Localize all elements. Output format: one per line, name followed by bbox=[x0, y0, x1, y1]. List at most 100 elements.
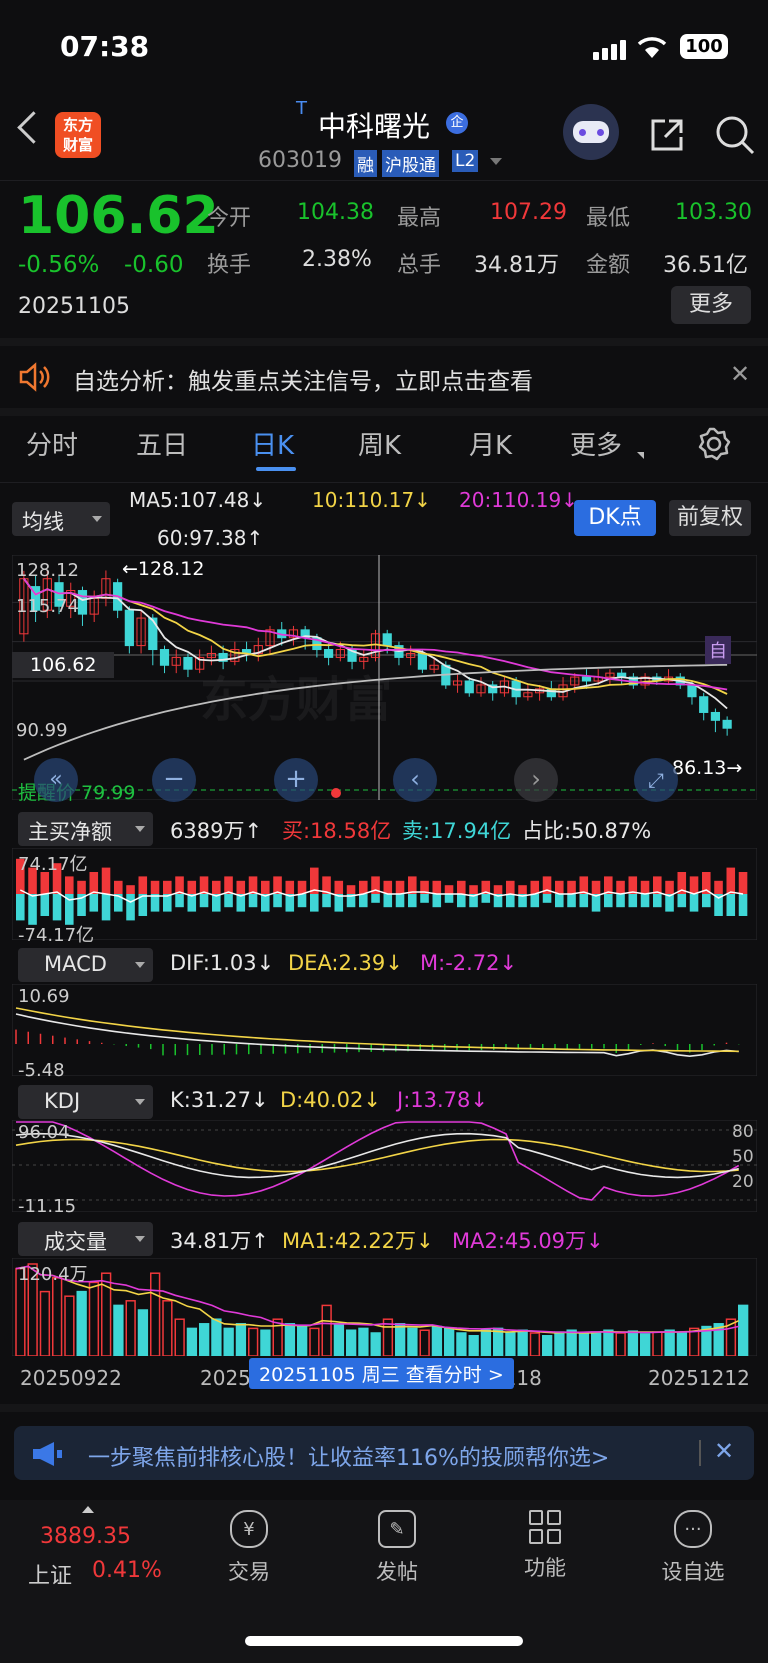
d-line bbox=[15, 1138, 739, 1173]
flow-sell: 卖:17.94亿 bbox=[402, 819, 512, 843]
flow-dropdown[interactable]: 主买净额 bbox=[18, 812, 153, 846]
flow-buy-bar bbox=[493, 885, 503, 894]
volume-bar bbox=[76, 1290, 87, 1356]
low-value: 103.30 bbox=[675, 200, 752, 225]
promo-text[interactable]: 一步聚焦前排核心股！让收益率116%的投顾帮你选> bbox=[88, 1440, 609, 1472]
kdj-top-label: 96.04 bbox=[18, 1122, 70, 1143]
qi-badge: 企 bbox=[446, 112, 468, 134]
macd-dropdown[interactable]: MACD bbox=[18, 948, 153, 982]
volume-bar bbox=[444, 1327, 455, 1356]
volume-bar bbox=[125, 1300, 136, 1356]
tab-wuri[interactable]: 五日 bbox=[136, 425, 188, 462]
macd-dif: DIF:1.03↓ bbox=[170, 951, 275, 975]
scroll-left-button[interactable]: ‹ bbox=[393, 758, 437, 802]
battery-icon: 100 bbox=[680, 34, 728, 59]
flow-buy-bar bbox=[101, 867, 111, 894]
close-icon[interactable]: ✕ bbox=[730, 360, 750, 388]
crosshair-date-tooltip[interactable]: 20251105 周三 查看分时 > bbox=[249, 1358, 514, 1389]
macd-m: M:-2.72↓ bbox=[420, 951, 518, 975]
flow-buy-bar bbox=[555, 880, 564, 894]
volume-bar bbox=[321, 1304, 332, 1356]
more-button[interactable]: 更多 bbox=[671, 286, 751, 324]
index-value[interactable]: 3889.35 bbox=[40, 1524, 131, 1549]
flow-buy-bar bbox=[261, 880, 270, 894]
scroll-right-button[interactable]: › bbox=[514, 758, 558, 802]
dk-button[interactable]: DK点 bbox=[574, 500, 656, 536]
tab-zhouk[interactable]: 周K bbox=[358, 425, 401, 462]
volume-bar bbox=[603, 1329, 614, 1356]
flow-buy-bar bbox=[506, 880, 515, 894]
nav-post[interactable]: ✎ 发帖 bbox=[342, 1510, 452, 1586]
scroll-left-fast-button[interactable]: « bbox=[34, 758, 78, 802]
volume-bar bbox=[52, 1277, 63, 1356]
volume-label: 总手 bbox=[397, 253, 442, 278]
robot-avatar-icon[interactable] bbox=[563, 104, 619, 160]
volume-bar bbox=[235, 1323, 247, 1356]
flow-sell-bar bbox=[40, 894, 50, 916]
banner-close-icon[interactable]: ✕ bbox=[714, 1437, 734, 1465]
zoom-in-button[interactable]: + bbox=[274, 758, 318, 802]
tab-rik[interactable]: 日K bbox=[251, 425, 294, 462]
yen-cycle-icon: ¥ bbox=[230, 1510, 268, 1548]
nav-function[interactable]: 功能 bbox=[490, 1510, 600, 1582]
nav-trade[interactable]: ¥ 交易 bbox=[194, 1510, 304, 1586]
zoom-out-button[interactable]: − bbox=[152, 758, 196, 802]
volume-bar bbox=[419, 1329, 430, 1356]
vol-value: 34.81万↑ bbox=[170, 1229, 269, 1253]
notice-text[interactable]: 自选分析：触发重点关注信号，立即点击查看 bbox=[73, 362, 533, 396]
fullscreen-button[interactable]: ⤢ bbox=[634, 758, 678, 802]
flow-buy-bar bbox=[383, 880, 393, 894]
up-arrow-icon bbox=[82, 1506, 94, 1513]
search-icon[interactable] bbox=[713, 113, 757, 157]
volume-bar bbox=[689, 1327, 700, 1356]
share-icon[interactable] bbox=[647, 115, 687, 155]
volume-bar bbox=[738, 1304, 749, 1356]
kdj-chart bbox=[12, 1120, 757, 1212]
tab-fenshi[interactable]: 分时 bbox=[26, 425, 78, 462]
last-price: 106.62 bbox=[18, 186, 219, 246]
flow-buy-bar bbox=[395, 880, 405, 894]
active-tab-indicator bbox=[256, 467, 296, 471]
ma5-label: MA5:107.48↓ bbox=[129, 488, 267, 512]
ma-dropdown[interactable]: 均线 bbox=[12, 502, 110, 536]
tag-l2: L2 bbox=[452, 150, 479, 172]
volume-bar bbox=[297, 1325, 308, 1356]
back-icon[interactable] bbox=[17, 111, 50, 144]
flow-sell-bar bbox=[408, 894, 417, 908]
kdj-dropdown[interactable]: KDJ bbox=[18, 1085, 153, 1119]
tab-more[interactable]: 更多 bbox=[570, 425, 622, 462]
kdj-frame bbox=[12, 1120, 757, 1212]
flow-sell-bar bbox=[677, 894, 687, 908]
candle bbox=[124, 609, 134, 647]
flow-buy-bar bbox=[616, 880, 625, 894]
volume-bar bbox=[39, 1290, 51, 1356]
flow-sell-bar bbox=[567, 894, 576, 908]
flow-sell-bar bbox=[726, 894, 736, 916]
chevron-down-icon[interactable] bbox=[490, 158, 502, 165]
flow-buy-bar bbox=[77, 880, 86, 894]
flow-sell-bar bbox=[506, 894, 515, 908]
candle bbox=[581, 676, 592, 682]
low-label: 最低 bbox=[586, 206, 631, 231]
fuquan-button[interactable]: 前复权 bbox=[669, 500, 751, 536]
flow-sell-bar bbox=[273, 894, 282, 908]
candle bbox=[183, 656, 193, 670]
home-indicator bbox=[245, 1636, 523, 1646]
wifi-icon bbox=[637, 37, 667, 58]
volume-bar bbox=[652, 1331, 663, 1356]
nav-watchlist[interactable]: ··· 设自选 bbox=[638, 1510, 748, 1586]
macd-chart bbox=[12, 984, 757, 1076]
tab-yuek[interactable]: 月K bbox=[469, 425, 512, 462]
macd-bot-label: -5.48 bbox=[18, 1060, 65, 1081]
volume-bar bbox=[505, 1332, 516, 1356]
gear-icon[interactable] bbox=[696, 426, 732, 462]
volume-bar bbox=[211, 1318, 222, 1356]
banner-divider bbox=[699, 1440, 701, 1466]
flow-buy-bar bbox=[640, 880, 650, 894]
volume-bar bbox=[664, 1329, 675, 1356]
flow-sell-bar bbox=[738, 894, 748, 916]
volume-dropdown[interactable]: 成交量 bbox=[18, 1222, 153, 1256]
dots-circle-icon: ··· bbox=[674, 1510, 712, 1548]
volume-bar bbox=[162, 1300, 173, 1356]
candle bbox=[464, 680, 474, 694]
